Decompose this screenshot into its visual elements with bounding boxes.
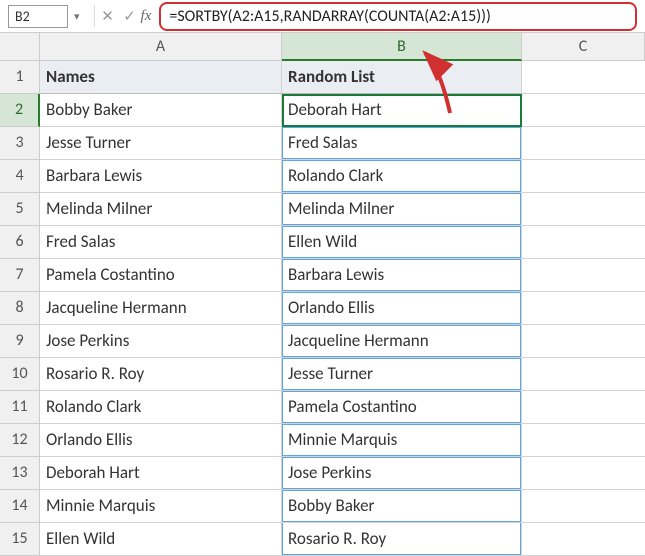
cell-c13[interactable] (522, 457, 645, 490)
cell-c11[interactable] (522, 391, 645, 424)
cell-c1[interactable] (522, 61, 645, 94)
cell-a1[interactable]: Names (40, 61, 282, 94)
row-header[interactable]: 3 (0, 127, 40, 160)
cell-b2[interactable]: Deborah Hart (282, 94, 522, 127)
row-header[interactable]: 7 (0, 259, 40, 292)
spreadsheet-grid: A B C 1 Names Random List 2 Bobby Baker … (0, 33, 645, 556)
row-header[interactable]: 12 (0, 424, 40, 457)
row-header[interactable]: 15 (0, 523, 40, 556)
row-header[interactable]: 10 (0, 358, 40, 391)
row-header[interactable]: 4 (0, 160, 40, 193)
cell-c9[interactable] (522, 325, 645, 358)
cell-a2[interactable]: Bobby Baker (40, 94, 282, 127)
cell-b8[interactable]: Orlando Ellis (282, 292, 522, 325)
cell-c4[interactable] (522, 160, 645, 193)
cell-a14[interactable]: Minnie Marquis (40, 490, 282, 523)
row-header[interactable]: 5 (0, 193, 40, 226)
row-header[interactable]: 8 (0, 292, 40, 325)
row-header[interactable]: 2 (0, 94, 40, 127)
enter-icon[interactable]: ✓ (119, 7, 141, 26)
column-header-a[interactable]: A (40, 33, 282, 61)
cell-c2[interactable] (522, 94, 645, 127)
fx-icon[interactable]: fx (141, 8, 152, 25)
cell-c14[interactable] (522, 490, 645, 523)
cell-a13[interactable]: Deborah Hart (40, 457, 282, 490)
row-header[interactable]: 1 (0, 61, 40, 94)
cell-a10[interactable]: Rosario R. Roy (40, 358, 282, 391)
cell-a3[interactable]: Jesse Turner (40, 127, 282, 160)
cell-b15[interactable]: Rosario R. Roy (282, 523, 522, 556)
cell-b14[interactable]: Bobby Baker (282, 490, 522, 523)
separator (94, 5, 95, 27)
row-header[interactable]: 9 (0, 325, 40, 358)
cell-a5[interactable]: Melinda Milner (40, 193, 282, 226)
cell-b1[interactable]: Random List (282, 61, 522, 94)
row-header[interactable]: 14 (0, 490, 40, 523)
column-header-b[interactable]: B (282, 33, 522, 61)
cell-c12[interactable] (522, 424, 645, 457)
column-header-c[interactable]: C (522, 33, 645, 61)
cell-a7[interactable]: Pamela Costantino (40, 259, 282, 292)
cell-c15[interactable] (522, 523, 645, 556)
cell-a9[interactable]: Jose Perkins (40, 325, 282, 358)
cell-c7[interactable] (522, 259, 645, 292)
cell-c3[interactable] (522, 127, 645, 160)
cell-b7[interactable]: Barbara Lewis (282, 259, 522, 292)
cell-b9[interactable]: Jacqueline Hermann (282, 325, 522, 358)
chevron-down-icon[interactable]: ▾ (74, 10, 80, 23)
cell-a11[interactable]: Rolando Clark (40, 391, 282, 424)
cell-a8[interactable]: Jacqueline Hermann (40, 292, 282, 325)
cell-c6[interactable] (522, 226, 645, 259)
row-header[interactable]: 11 (0, 391, 40, 424)
name-box[interactable]: B2 (8, 5, 68, 28)
row-header[interactable]: 6 (0, 226, 40, 259)
cell-a6[interactable]: Fred Salas (40, 226, 282, 259)
select-all-corner[interactable] (0, 33, 40, 61)
row-header[interactable]: 13 (0, 457, 40, 490)
cell-b6[interactable]: Ellen Wild (282, 226, 522, 259)
cell-b11[interactable]: Pamela Costantino (282, 391, 522, 424)
formula-input[interactable]: =SORTBY(A2:A15,RANDARRAY(COUNTA(A2:A15))… (159, 2, 637, 31)
formula-bar: B2 ▾ ✕ ✓ fx =SORTBY(A2:A15,RANDARRAY(COU… (0, 0, 645, 33)
cell-a15[interactable]: Ellen Wild (40, 523, 282, 556)
cell-b5[interactable]: Melinda Milner (282, 193, 522, 226)
cell-c8[interactable] (522, 292, 645, 325)
cancel-icon[interactable]: ✕ (97, 7, 119, 26)
cell-c5[interactable] (522, 193, 645, 226)
cell-c10[interactable] (522, 358, 645, 391)
cell-b4[interactable]: Rolando Clark (282, 160, 522, 193)
cell-b12[interactable]: Minnie Marquis (282, 424, 522, 457)
cell-b10[interactable]: Jesse Turner (282, 358, 522, 391)
cell-b13[interactable]: Jose Perkins (282, 457, 522, 490)
cell-a4[interactable]: Barbara Lewis (40, 160, 282, 193)
cell-b3[interactable]: Fred Salas (282, 127, 522, 160)
cell-a12[interactable]: Orlando Ellis (40, 424, 282, 457)
